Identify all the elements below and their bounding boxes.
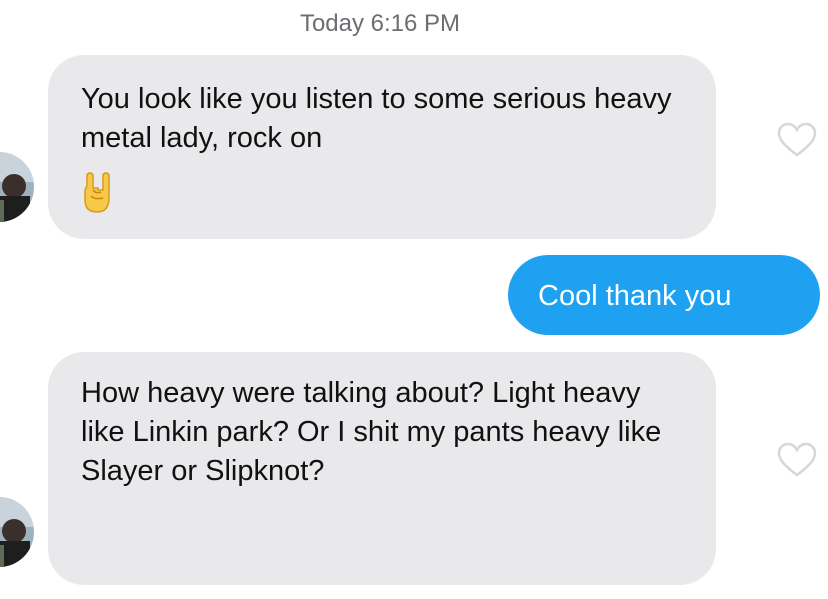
message-text: How heavy were talking about? Light heav… [81,377,662,487]
heart-outline-icon[interactable] [776,442,818,483]
chat-timestamp: Today 6:16 PM [299,10,461,37]
incoming-message-bubble[interactable]: You look like you listen to some serious… [48,55,716,239]
outgoing-message-bubble[interactable]: Cool thank you [508,255,820,335]
incoming-message-bubble[interactable]: How heavy were talking about? Light heav… [48,352,716,585]
message-text: You look like you listen to some serious… [81,83,672,154]
avatar[interactable] [0,152,34,222]
avatar[interactable] [0,497,34,567]
heart-outline-icon[interactable] [776,122,818,163]
rock-on-hand-emoji [81,172,115,225]
message-text: Cool thank you [538,280,732,312]
